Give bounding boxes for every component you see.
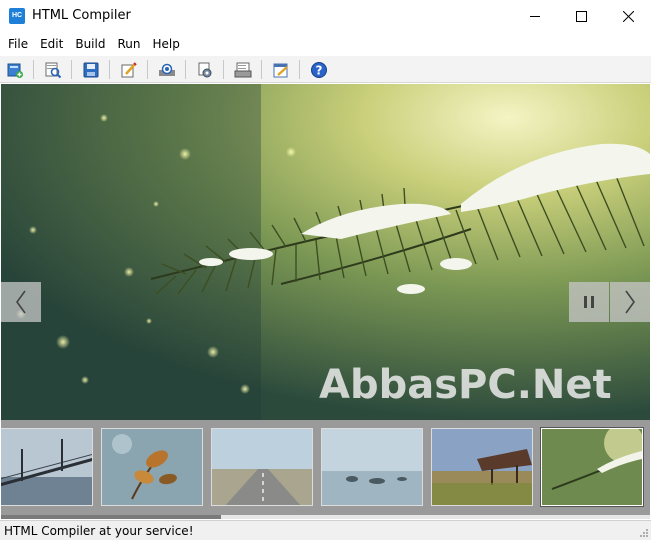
- compile-button[interactable]: [232, 59, 254, 81]
- menu-run[interactable]: Run: [111, 33, 146, 55]
- thumbnail-pine-image: [542, 429, 642, 505]
- new-project-icon: [7, 63, 23, 78]
- thumbnail-road[interactable]: [211, 428, 313, 506]
- preview-button[interactable]: [156, 59, 178, 81]
- new-project-button[interactable]: [4, 59, 26, 81]
- previous-slide-button[interactable]: [1, 282, 41, 322]
- watermark-text: AbbasPC.Net: [319, 362, 612, 408]
- title-bar: HC HTML Compiler: [0, 0, 651, 32]
- toolbar-separator: [109, 60, 110, 79]
- close-icon: [622, 10, 634, 22]
- toolbar-separator: [223, 60, 224, 79]
- preview-icon: [159, 63, 175, 76]
- maximize-icon: [575, 10, 587, 22]
- chevron-right-icon: [625, 290, 635, 314]
- window-title: HTML Compiler: [32, 8, 131, 23]
- settings-button[interactable]: [194, 59, 216, 81]
- status-bar: HTML Compiler at your service!: [0, 520, 651, 540]
- pause-slideshow-button[interactable]: [569, 282, 609, 322]
- compile-icon: [234, 62, 252, 78]
- menu-help[interactable]: Help: [146, 33, 185, 55]
- edit-page-icon: [273, 63, 288, 78]
- toolbar-separator: [185, 60, 186, 79]
- toolbar: ?: [0, 56, 651, 83]
- help-button[interactable]: ?: [308, 59, 330, 81]
- edit-icon: [121, 62, 137, 78]
- app-icon: HC: [9, 8, 25, 24]
- thumbnail-leaves[interactable]: [101, 428, 203, 506]
- open-project-icon: [45, 62, 62, 79]
- thumbnail-pine[interactable]: [540, 427, 644, 507]
- thumbnail-road-image: [212, 429, 312, 505]
- edit-page-button[interactable]: [270, 59, 292, 81]
- save-icon: [83, 62, 99, 78]
- next-slide-button[interactable]: [610, 282, 650, 322]
- menu-edit[interactable]: Edit: [34, 33, 69, 55]
- chevron-left-icon: [16, 290, 26, 314]
- pause-icon: [584, 296, 594, 308]
- thumbnail-leaves-image: [102, 429, 202, 505]
- thumbnail-scrollbar-thumb[interactable]: [1, 515, 221, 519]
- thumbnail-pier[interactable]: [431, 428, 533, 506]
- menu-bar: File Edit Build Run Help: [0, 33, 651, 55]
- thumbnail-bridge[interactable]: [1, 428, 93, 506]
- minimize-button[interactable]: [512, 0, 558, 32]
- thumbnail-lake[interactable]: [321, 428, 423, 506]
- toolbar-separator: [33, 60, 34, 79]
- toolbar-separator: [299, 60, 300, 79]
- edit-button[interactable]: [118, 59, 140, 81]
- toolbar-separator: [71, 60, 72, 79]
- slideshow-viewer: AbbasPC.Net: [1, 84, 650, 519]
- resize-grip-icon[interactable]: [639, 528, 649, 538]
- svg-text:?: ?: [316, 64, 323, 78]
- maximize-button[interactable]: [558, 0, 604, 32]
- save-button[interactable]: [80, 59, 102, 81]
- thumbnail-pier-image: [432, 429, 532, 505]
- settings-icon: [198, 62, 212, 78]
- menu-build[interactable]: Build: [69, 33, 111, 55]
- thumbnail-lake-image: [322, 429, 422, 505]
- thumbnail-bridge-image: [1, 429, 92, 505]
- toolbar-separator: [147, 60, 148, 79]
- open-project-button[interactable]: [42, 59, 64, 81]
- menu-file[interactable]: File: [2, 33, 34, 55]
- status-text: HTML Compiler at your service!: [4, 524, 194, 538]
- minimize-icon: [529, 15, 540, 17]
- close-button[interactable]: [605, 0, 651, 32]
- thumbnail-strip: [1, 420, 650, 519]
- help-icon: ?: [311, 62, 327, 78]
- toolbar-separator: [261, 60, 262, 79]
